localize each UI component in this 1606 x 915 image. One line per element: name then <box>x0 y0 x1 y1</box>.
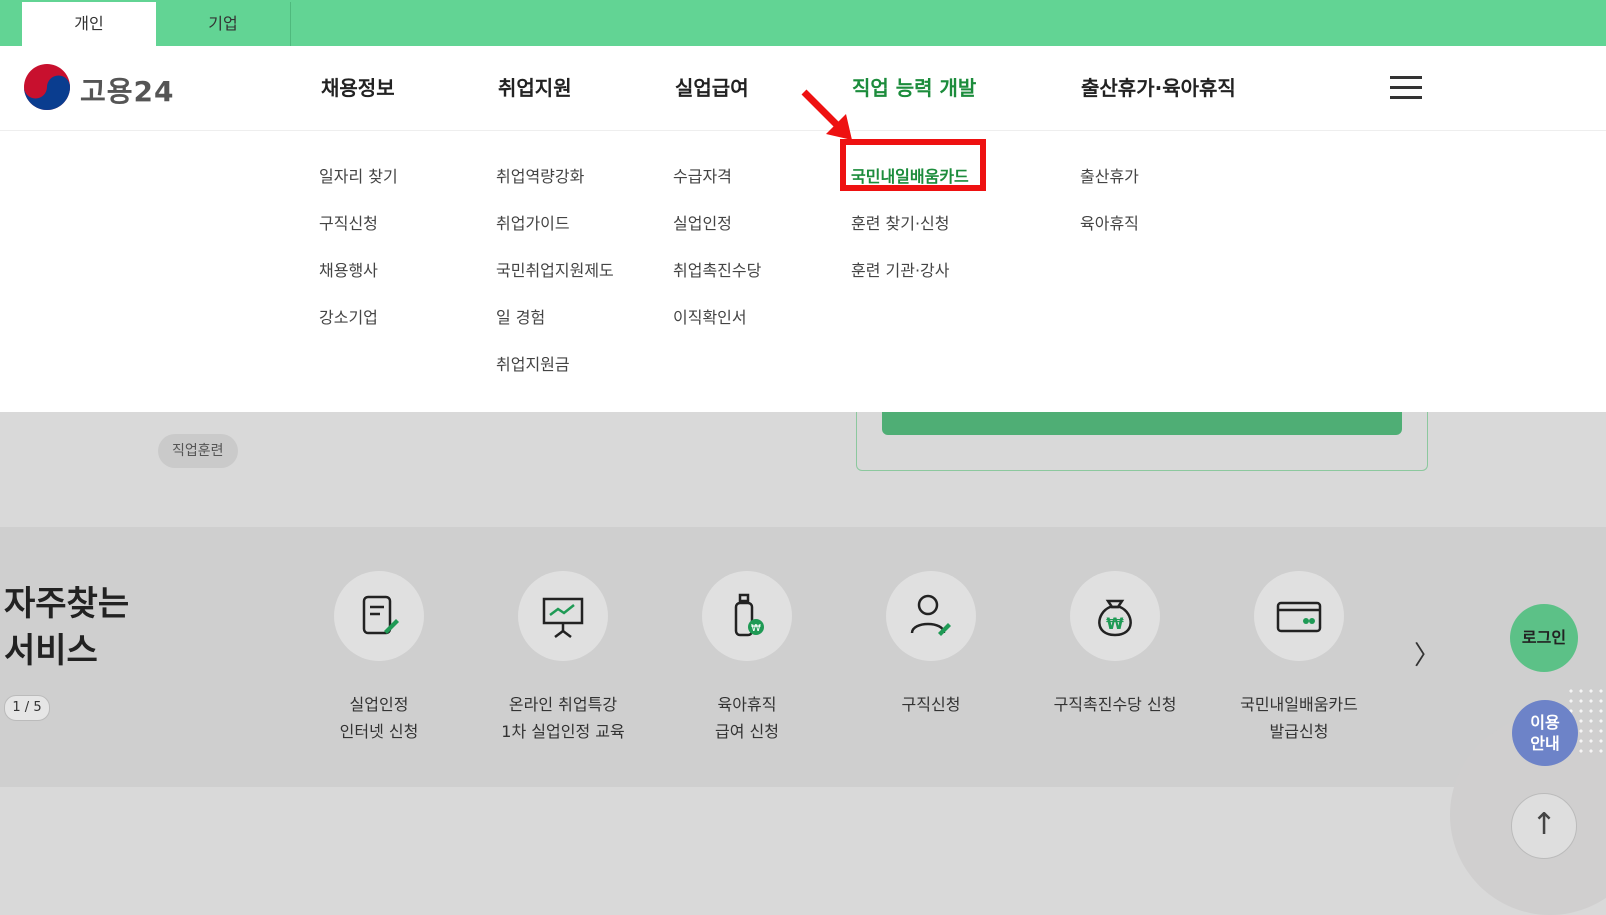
guide-label-line2: 안내 <box>1530 734 1560 753</box>
service-label-line2: 급여 신청 <box>715 722 779 741</box>
submenu-job-search[interactable]: 일자리 찾기 <box>319 163 398 187</box>
scroll-top-button[interactable]: ↑ <box>1511 793 1577 859</box>
hamburger-menu-icon[interactable] <box>1390 76 1422 100</box>
submenu-national-support[interactable]: 국민취업지원제도 <box>496 257 614 281</box>
card-icon <box>1254 571 1344 661</box>
mega-menu: 일자리 찾기 구직신청 채용행사 강소기업 취업역량강화 취업가이드 국민취업지… <box>0 131 1606 412</box>
service-label-line1: 실업인정 <box>349 695 409 714</box>
submenu-employability[interactable]: 취업역량강화 <box>496 163 584 187</box>
submenu-parental-leave[interactable]: 육아휴직 <box>1080 210 1139 234</box>
submenu-separation-certificate[interactable]: 이직확인서 <box>673 304 747 328</box>
service-label-line2: 발급신청 <box>1269 722 1329 741</box>
login-button[interactable]: 로그인 <box>1510 604 1578 672</box>
guide-label-line1: 이용 <box>1530 713 1560 732</box>
service-item[interactable]: 국민내일배움카드발급신청 <box>1207 571 1391 745</box>
service-label-line1: 구직신청 <box>901 695 961 714</box>
service-label-line1: 육아휴직 <box>717 695 777 714</box>
service-label-line2: 인터넷 신청 <box>339 722 419 741</box>
submenu-work-experience[interactable]: 일 경험 <box>496 304 545 328</box>
service-item[interactable]: 구직신청 <box>839 571 1023 718</box>
svg-text:₩: ₩ <box>751 623 761 634</box>
service-item[interactable]: ₩ 구직촉진수당 신청 <box>1023 571 1207 718</box>
baby-bottle-icon: ₩ <box>702 571 792 661</box>
section-title-line1: 자주찾는 <box>4 584 130 624</box>
next-arrow-icon[interactable]: 〉 <box>1414 635 1440 672</box>
tag-vocational-training[interactable]: 직업훈련 <box>158 434 238 468</box>
submenu-eligibility[interactable]: 수급자격 <box>673 163 732 187</box>
service-item[interactable]: 실업인정인터넷 신청 <box>287 571 471 745</box>
logo-text: 고용24 <box>80 75 175 108</box>
submenu-promotion-allowance[interactable]: 취업촉진수당 <box>673 257 761 281</box>
document-edit-icon <box>334 571 424 661</box>
section-title: 자주찾는 서비스 <box>4 581 129 675</box>
annotation-highlight-box <box>840 139 986 191</box>
pager: 1 / 5 <box>4 695 50 721</box>
submenu-small-giant[interactable]: 강소기업 <box>319 304 378 328</box>
service-label-line1: 온라인 취업특강 <box>508 695 618 714</box>
gnb-employment-support[interactable]: 취업지원 <box>498 72 572 101</box>
service-item[interactable]: ₩ 육아휴직급여 신청 <box>655 571 839 745</box>
submenu-maternity-leave[interactable]: 출산휴가 <box>1080 163 1139 187</box>
submenu-employment-guide[interactable]: 취업가이드 <box>496 210 570 234</box>
tab-personal[interactable]: 개인 <box>22 2 156 46</box>
money-bag-icon: ₩ <box>1070 571 1160 661</box>
frequent-services-section: 자주찾는 서비스 1 / 5 실업인정인터넷 신청 온라인 취업특강 1차 실업인… <box>0 527 1606 787</box>
service-label-line1: 국민내일배움카드 <box>1240 695 1358 714</box>
presentation-icon <box>518 571 608 661</box>
user-edit-icon <box>886 571 976 661</box>
gnb-job-info[interactable]: 채용정보 <box>321 72 395 101</box>
section-title-line2: 서비스 <box>4 631 98 671</box>
service-label-line1: 구직촉진수당 신청 <box>1053 695 1177 714</box>
gnb-unemployment-benefit[interactable]: 실업급여 <box>675 72 749 101</box>
submenu-training-institution[interactable]: 훈련 기관·강사 <box>851 257 950 281</box>
gnb-vocational-training[interactable]: 직업 능력 개발 <box>852 72 976 101</box>
top-tab-bar: 개인 기업 <box>0 0 1606 46</box>
submenu-recruitment-event[interactable]: 채용행사 <box>319 257 378 281</box>
login-box-button[interactable] <box>882 410 1402 435</box>
logo[interactable]: 고용24 <box>22 62 192 112</box>
submenu-unemployment-recognition[interactable]: 실업인정 <box>673 210 732 234</box>
taegeuk-logo-icon <box>24 64 70 110</box>
guide-button[interactable]: 이용 안내 <box>1512 700 1578 766</box>
tab-business[interactable]: 기업 <box>156 2 291 46</box>
service-item[interactable]: 온라인 취업특강 1차 실업인정 교육 <box>471 571 655 745</box>
submenu-training-search[interactable]: 훈련 찾기·신청 <box>851 210 950 234</box>
svg-text:₩: ₩ <box>1106 614 1124 633</box>
gnb-parental-leave[interactable]: 출산휴가·육아휴직 <box>1081 72 1236 101</box>
submenu-job-application[interactable]: 구직신청 <box>319 210 378 234</box>
service-label-line2: 1차 실업인정 교육 <box>501 722 625 741</box>
submenu-employment-subsidy[interactable]: 취업지원금 <box>496 351 570 375</box>
